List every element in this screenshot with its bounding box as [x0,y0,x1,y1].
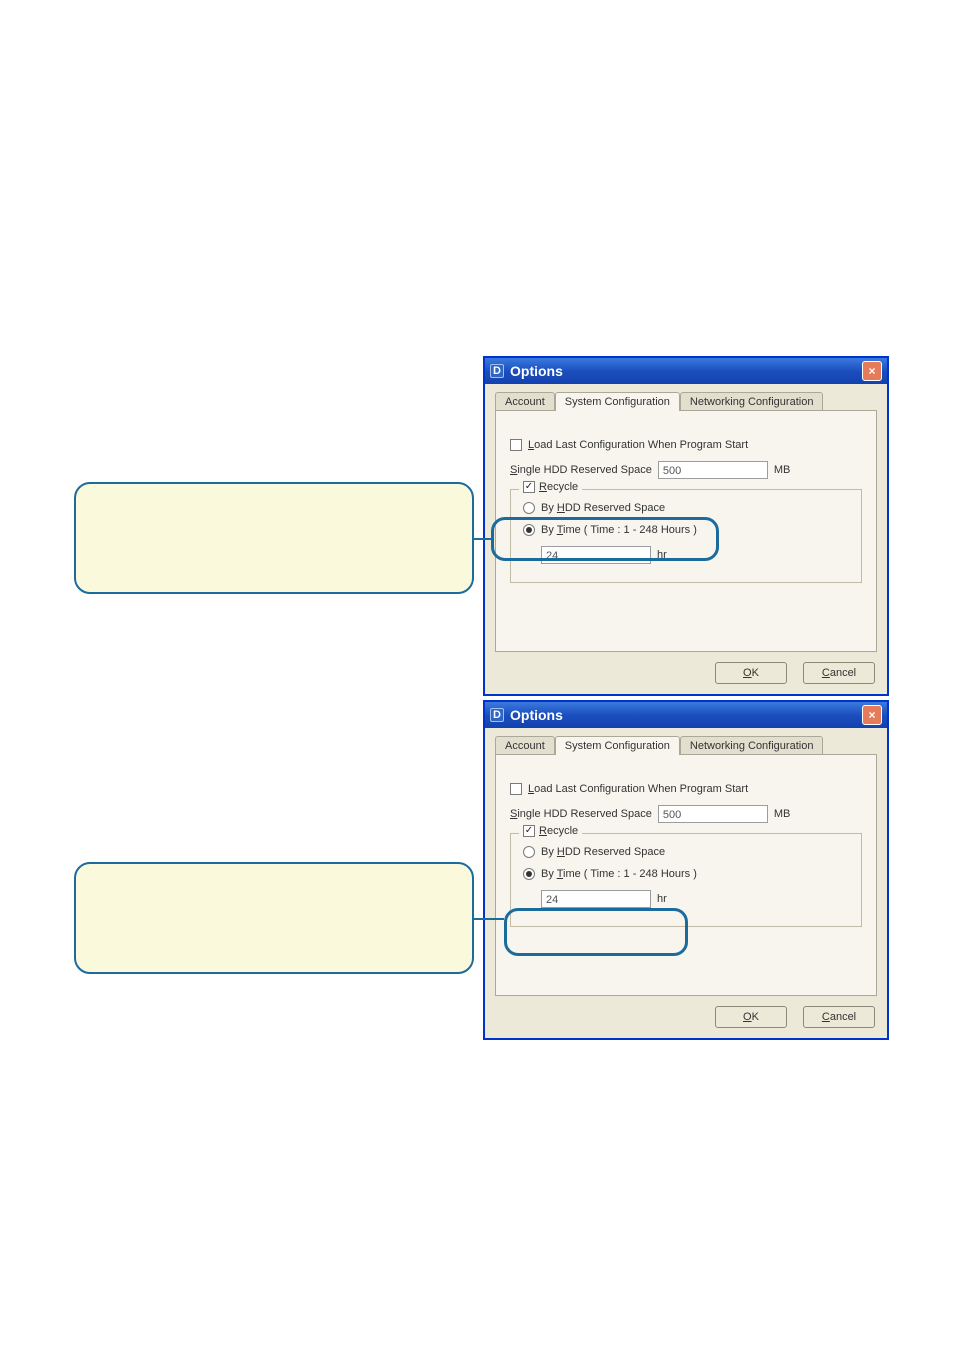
hdd-reserved-input[interactable]: 500 [658,461,768,479]
hr-unit-label: hr [657,549,667,561]
ok-button[interactable]: OK [715,1006,787,1028]
load-last-label: Load Last Configuration When Program Sta… [528,783,748,795]
by-hdd-row: By HDD Reserved Space [523,502,849,514]
client-area: Account System Configuration Networking … [485,728,887,1038]
tab-panel: Load Last Configuration When Program Sta… [495,754,877,996]
time-input[interactable]: 24 [541,546,651,564]
titlebar[interactable]: D Options × [485,358,887,384]
tab-networking-configuration[interactable]: Networking Configuration [680,736,824,755]
by-hdd-label: By HDD Reserved Space [541,846,665,858]
hdd-reserved-row: Single HDD Reserved Space 500 MB [510,461,862,479]
callout-2 [74,862,474,974]
by-hdd-radio[interactable] [523,502,535,514]
close-icon[interactable]: × [862,361,882,381]
callout-1 [74,482,474,594]
by-time-radio[interactable] [523,868,535,880]
recycle-label: Recycle [539,825,578,837]
by-time-label: By Time ( Time : 1 - 248 Hours ) [541,868,697,880]
by-time-radio[interactable] [523,524,535,536]
recycle-legend: Recycle [519,825,582,837]
close-icon[interactable]: × [862,705,882,725]
tab-account[interactable]: Account [495,392,555,411]
tab-system-configuration[interactable]: System Configuration [555,392,680,411]
cancel-button[interactable]: Cancel [803,662,875,684]
time-input[interactable]: 24 [541,890,651,908]
connector-1 [474,538,491,540]
load-last-checkbox[interactable] [510,439,522,451]
button-row: OK Cancel [715,1006,875,1028]
hdd-reserved-label: Single HDD Reserved Space [510,808,652,820]
by-hdd-row: By HDD Reserved Space [523,846,849,858]
hdd-reserved-label: Single HDD Reserved Space [510,464,652,476]
time-input-row: 24 hr [541,890,849,908]
hdd-reserved-row: Single HDD Reserved Space 500 MB [510,805,862,823]
load-last-label: Load Last Configuration When Program Sta… [528,439,748,451]
by-time-row: By Time ( Time : 1 - 248 Hours ) [523,524,849,536]
options-dialog-2: D Options × Account System Configuration… [483,700,889,1040]
button-row: OK Cancel [715,662,875,684]
recycle-legend: Recycle [519,481,582,493]
hdd-unit-label: MB [774,808,791,820]
load-last-checkbox[interactable] [510,783,522,795]
recycle-group: Recycle By HDD Reserved Space By Time ( … [510,489,862,583]
recycle-label: Recycle [539,481,578,493]
options-dialog-1: D Options × Account System Configuration… [483,356,889,696]
load-last-row: Load Last Configuration When Program Sta… [510,439,862,451]
recycle-group: Recycle By HDD Reserved Space By Time ( … [510,833,862,927]
by-hdd-label: By HDD Reserved Space [541,502,665,514]
ok-button[interactable]: OK [715,662,787,684]
tabstrip: Account System Configuration Networking … [495,392,877,411]
connector-2 [474,918,504,920]
cancel-button[interactable]: Cancel [803,1006,875,1028]
tabstrip: Account System Configuration Networking … [495,736,877,755]
tab-networking-configuration[interactable]: Networking Configuration [680,392,824,411]
by-time-row: By Time ( Time : 1 - 248 Hours ) [523,868,849,880]
client-area: Account System Configuration Networking … [485,384,887,694]
by-hdd-radio[interactable] [523,846,535,858]
window-title: Options [510,363,862,379]
by-time-label: By Time ( Time : 1 - 248 Hours ) [541,524,697,536]
app-icon: D [490,708,504,722]
tab-account[interactable]: Account [495,736,555,755]
time-input-row: 24 hr [541,546,849,564]
tab-panel: Load Last Configuration When Program Sta… [495,410,877,652]
window-title: Options [510,707,862,723]
load-last-row: Load Last Configuration When Program Sta… [510,783,862,795]
recycle-checkbox[interactable] [523,481,535,493]
tab-system-configuration[interactable]: System Configuration [555,736,680,755]
titlebar[interactable]: D Options × [485,702,887,728]
hdd-unit-label: MB [774,464,791,476]
app-icon: D [490,364,504,378]
hr-unit-label: hr [657,893,667,905]
hdd-reserved-input[interactable]: 500 [658,805,768,823]
recycle-checkbox[interactable] [523,825,535,837]
